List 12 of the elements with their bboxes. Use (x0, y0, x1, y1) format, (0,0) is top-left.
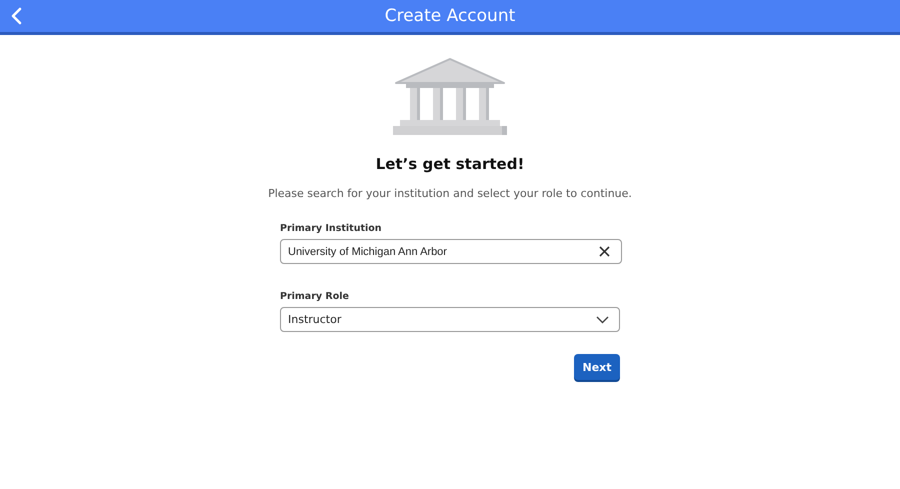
subtitle: Please search for your institution and select your role to continue. (268, 187, 632, 200)
back-icon (10, 7, 22, 25)
clear-icon[interactable] (599, 246, 610, 257)
field-label: Primary Role (280, 291, 350, 302)
role-dropdown[interactable]: Instructor (280, 307, 620, 332)
institution-field[interactable]: University of Michigan Ann Arbor (280, 239, 622, 264)
field-label: Primary Institution (280, 223, 383, 234)
next-button[interactable]: Next (574, 354, 620, 380)
bank-icon (392, 58, 508, 136)
page-title: Create Account (384, 6, 516, 26)
heading: Let’s get started! (376, 155, 524, 173)
chevron-down-icon (596, 316, 609, 324)
